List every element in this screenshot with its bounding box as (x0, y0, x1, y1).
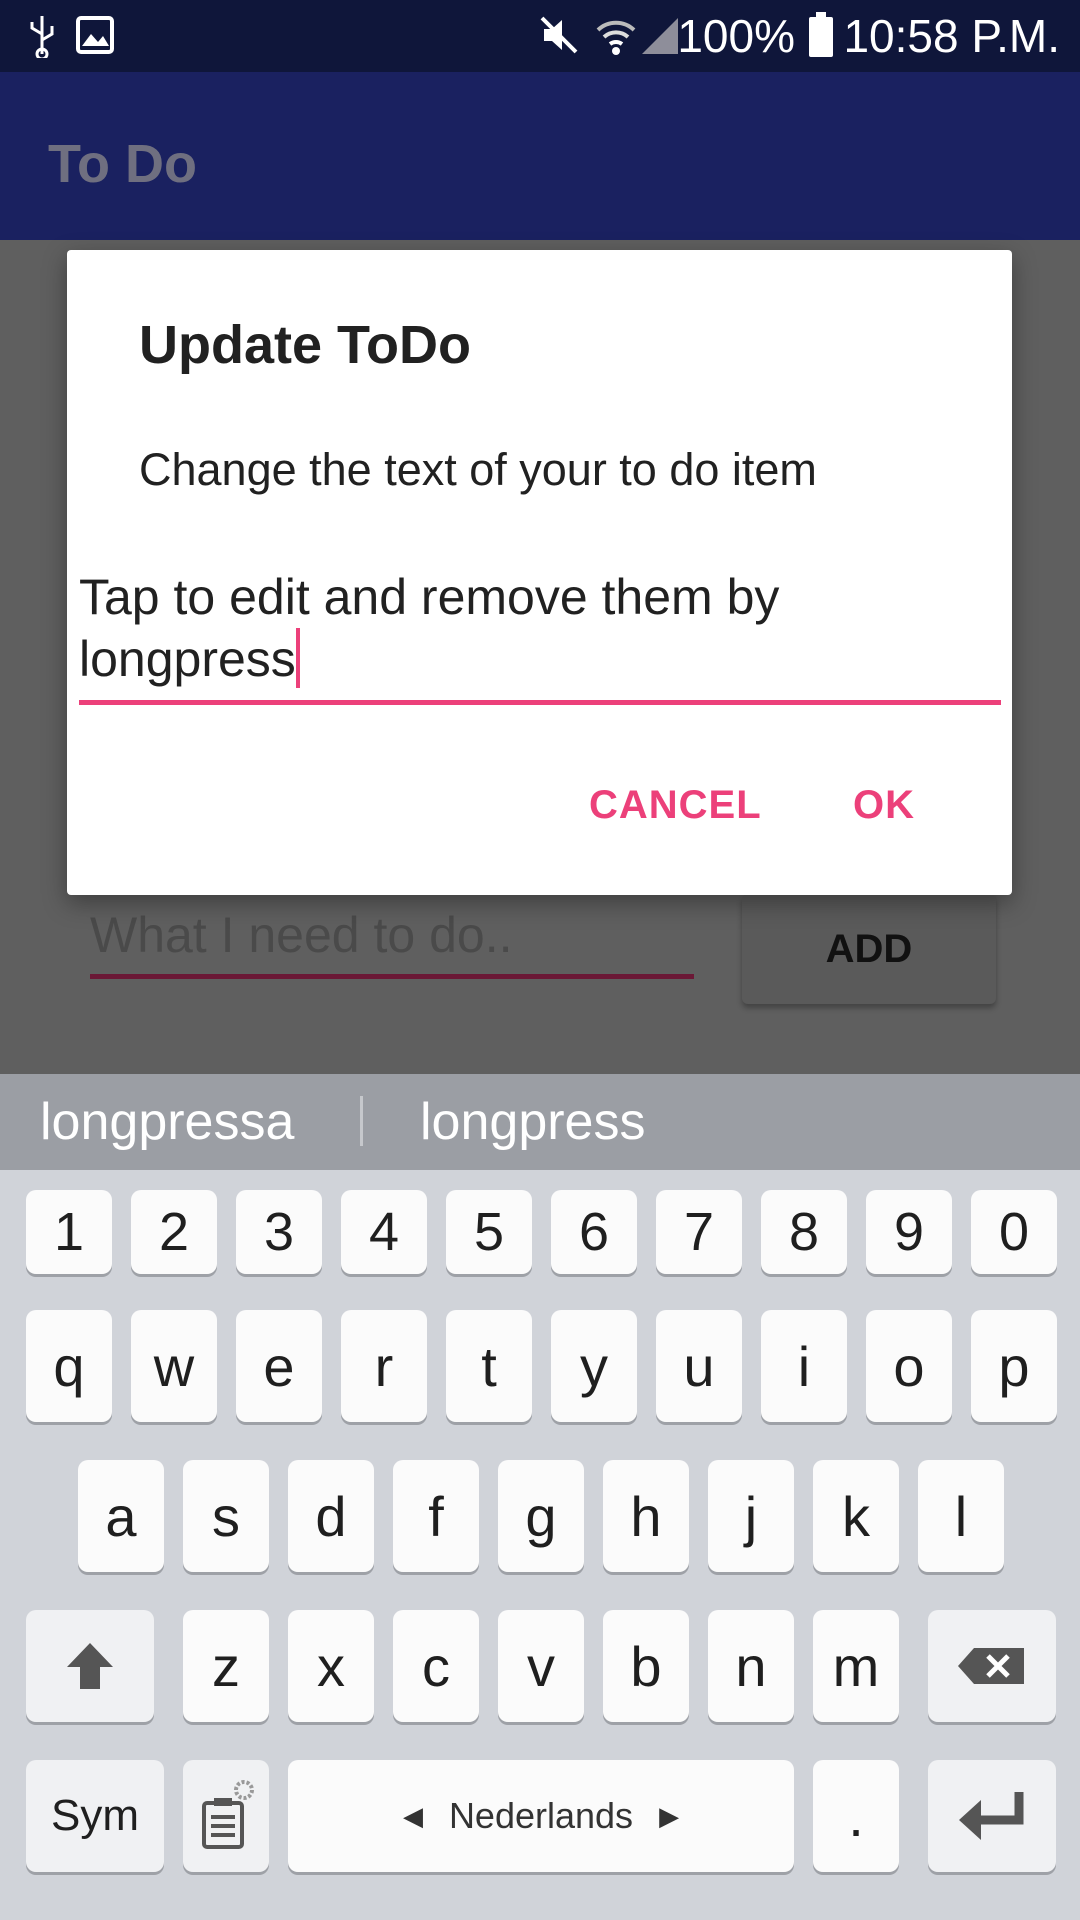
key-o[interactable]: o (866, 1310, 952, 1422)
language-prev-icon: ◀ (402, 1800, 423, 1831)
key-n[interactable]: n (708, 1610, 794, 1722)
enter-icon (959, 1792, 1024, 1840)
key-7[interactable]: 7 (656, 1190, 742, 1274)
battery-icon (809, 12, 833, 57)
space-key[interactable]: ◀ Nederlands ▶ (288, 1760, 794, 1872)
clipboard-key[interactable] (183, 1760, 269, 1872)
key-l[interactable]: l (918, 1460, 1004, 1572)
clipboard-settings-icon (202, 1780, 254, 1849)
battery-percent: 100% (677, 10, 795, 62)
cancel-button[interactable]: CANCEL (589, 780, 762, 830)
key-w[interactable]: w (131, 1310, 217, 1422)
key-1[interactable]: 1 (26, 1190, 112, 1274)
image-icon (76, 16, 114, 54)
key-q[interactable]: q (26, 1310, 112, 1422)
key-k[interactable]: k (813, 1460, 899, 1572)
suggestion-divider (360, 1096, 363, 1146)
language-next-icon: ▶ (659, 1800, 680, 1831)
sym-key[interactable]: Sym (26, 1760, 164, 1872)
key-p[interactable]: p (971, 1310, 1057, 1422)
suggestion-2[interactable]: longpress (420, 1092, 645, 1152)
input-underline (90, 974, 694, 979)
soft-keyboard: 1 2 3 4 5 6 7 8 9 0 q w e r t y u i o p … (0, 1170, 1080, 1920)
backspace-key[interactable] (928, 1610, 1056, 1722)
period-key[interactable]: . (813, 1760, 899, 1872)
key-z[interactable]: z (183, 1610, 269, 1722)
dialog-message: Change the text of your to do item (139, 444, 817, 495)
key-b[interactable]: b (603, 1610, 689, 1722)
app-title: To Do (48, 134, 197, 194)
update-dialog: Update ToDo Change the text of your to d… (67, 250, 1012, 895)
key-t[interactable]: t (446, 1310, 532, 1422)
key-m[interactable]: m (813, 1610, 899, 1722)
key-c[interactable]: c (393, 1610, 479, 1722)
dialog-title: Update ToDo (139, 315, 471, 375)
edit-field-underline (79, 700, 1001, 705)
key-r[interactable]: r (341, 1310, 427, 1422)
new-todo-placeholder: What I need to do.. (90, 907, 513, 963)
ok-button[interactable]: OK (853, 780, 915, 830)
key-s[interactable]: s (183, 1460, 269, 1572)
edit-todo-field[interactable]: Tap to edit and remove them by longpress (79, 566, 1001, 690)
backspace-icon (958, 1648, 1024, 1684)
key-j[interactable]: j (708, 1460, 794, 1572)
suggestion-strip: longpressa longpress (0, 1074, 1080, 1170)
add-button[interactable]: ADD (742, 894, 996, 1004)
key-i[interactable]: i (761, 1310, 847, 1422)
new-todo-input[interactable]: What I need to do.. (90, 900, 694, 980)
key-a[interactable]: a (78, 1460, 164, 1572)
key-d[interactable]: d (288, 1460, 374, 1572)
app-bar: To Do (0, 72, 1080, 240)
enter-key[interactable] (928, 1760, 1056, 1872)
space-key-label: Nederlands (448, 1795, 634, 1836)
key-0[interactable]: 0 (971, 1190, 1057, 1274)
wifi-icon (596, 20, 636, 55)
key-8[interactable]: 8 (761, 1190, 847, 1274)
key-f[interactable]: f (393, 1460, 479, 1572)
mute-icon (540, 16, 578, 54)
text-cursor (295, 628, 300, 688)
key-5[interactable]: 5 (446, 1190, 532, 1274)
edit-todo-value: Tap to edit and remove them by longpress (79, 569, 780, 687)
signal-icon (642, 18, 678, 54)
key-9[interactable]: 9 (866, 1190, 952, 1274)
key-6[interactable]: 6 (551, 1190, 637, 1274)
key-3[interactable]: 3 (236, 1190, 322, 1274)
key-4[interactable]: 4 (341, 1190, 427, 1274)
key-h[interactable]: h (603, 1460, 689, 1572)
key-y[interactable]: y (551, 1310, 637, 1422)
key-u[interactable]: u (656, 1310, 742, 1422)
shift-arrow-icon (67, 1643, 113, 1689)
key-e[interactable]: e (236, 1310, 322, 1422)
status-bar: 100% 10:58 P.M. (0, 0, 1080, 72)
usb-icon (30, 16, 54, 58)
key-g[interactable]: g (498, 1460, 584, 1572)
clock: 10:58 P.M. (843, 10, 1060, 62)
key-2[interactable]: 2 (131, 1190, 217, 1274)
suggestion-1[interactable]: longpressa (40, 1092, 294, 1152)
key-v[interactable]: v (498, 1610, 584, 1722)
key-x[interactable]: x (288, 1610, 374, 1722)
shift-key[interactable] (26, 1610, 154, 1722)
